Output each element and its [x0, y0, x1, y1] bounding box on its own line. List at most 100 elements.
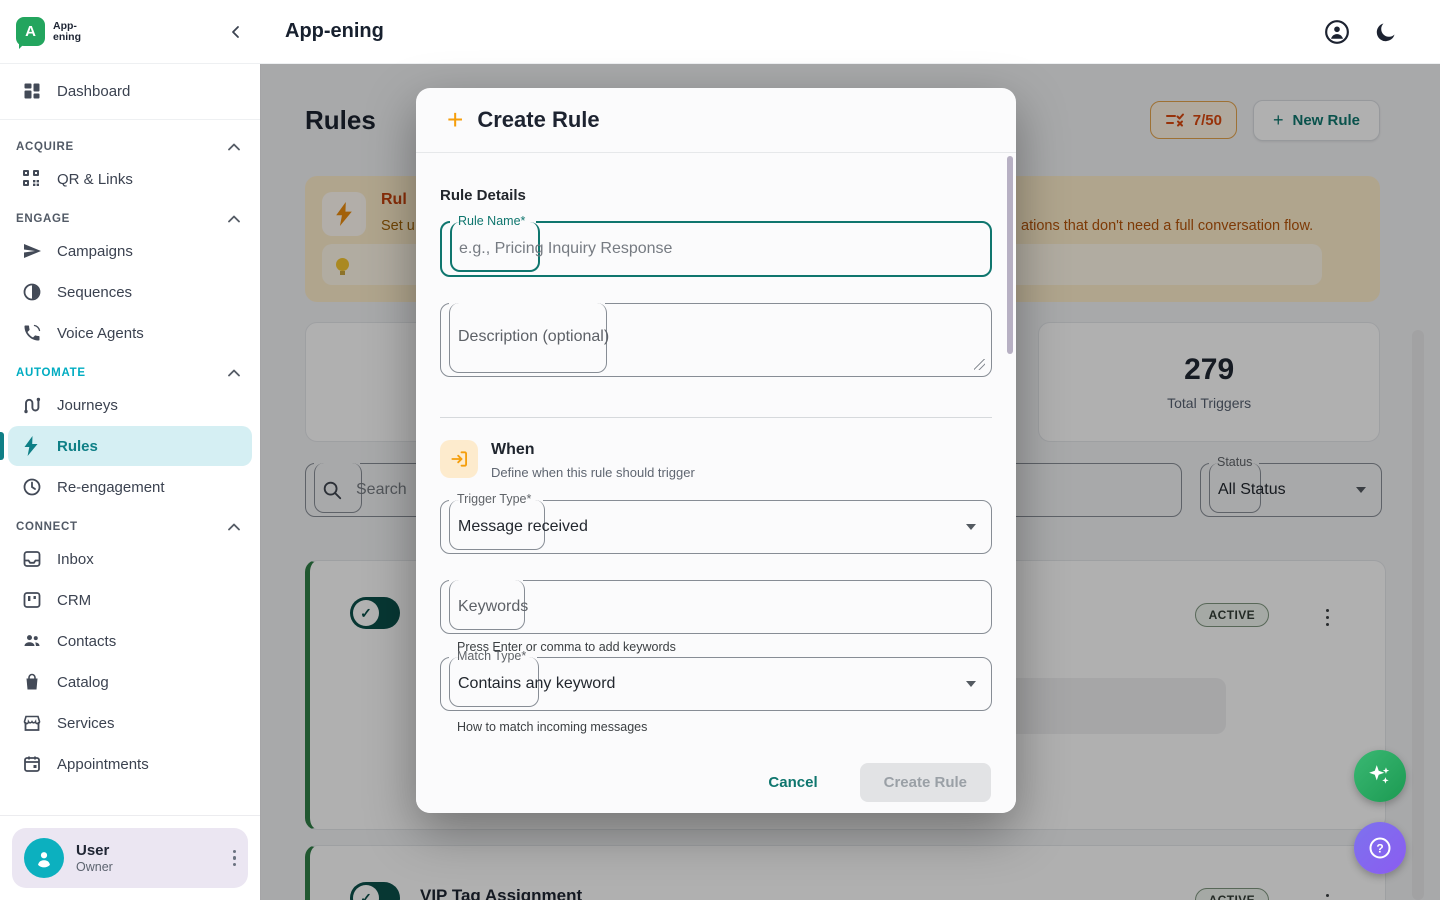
sidebar-section-connect[interactable]: CONNECT: [0, 508, 260, 538]
modal-footer: Cancel Create Rule: [416, 751, 1016, 813]
divider: [0, 119, 260, 120]
sparkles-icon: [1367, 763, 1393, 789]
sidebar-item-label: Contacts: [57, 633, 116, 650]
app-logo-text: App- ening: [53, 21, 81, 43]
user-card[interactable]: User Owner: [12, 828, 248, 888]
storefront-icon: [22, 713, 42, 733]
sidebar-item-label: Campaigns: [57, 243, 133, 260]
create-rule-button[interactable]: Create Rule: [860, 763, 991, 802]
sidebar-item-label: Inbox: [57, 551, 94, 568]
chevron-up-icon: [228, 369, 240, 377]
user-role: Owner: [76, 860, 113, 874]
sidebar-section-acquire[interactable]: ACQUIRE: [0, 128, 260, 158]
sidebar-item-contacts[interactable]: Contacts: [8, 621, 252, 661]
trigger-type-select[interactable]: Trigger Type* Message received: [440, 500, 992, 554]
sidebar-item-dashboard[interactable]: Dashboard: [8, 71, 252, 111]
route-icon: [22, 395, 42, 415]
sidebar-item-qr-links[interactable]: QR & Links: [8, 159, 252, 199]
clock-icon: [22, 477, 42, 497]
help-fab[interactable]: ?: [1354, 822, 1406, 874]
people-icon: [22, 631, 42, 651]
match-type-select[interactable]: Match Type* Contains any keyword: [440, 657, 992, 711]
sidebar-item-label: Services: [57, 715, 115, 732]
modal-header: + Create Rule: [416, 88, 1016, 153]
resize-handle[interactable]: [974, 359, 985, 370]
sidebar-item-label: Rules: [57, 438, 98, 455]
section-label: CONNECT: [16, 521, 78, 533]
sidebar-item-label: Catalog: [57, 674, 109, 691]
avatar: [24, 838, 64, 878]
sidebar-item-label: Appointments: [57, 756, 149, 773]
sidebar-section-automate[interactable]: AUTOMATE: [0, 354, 260, 384]
keywords-field[interactable]: Keywords: [440, 580, 992, 634]
when-subtitle: Define when this rule should trigger: [491, 465, 695, 480]
logo-line1: App-: [53, 21, 81, 32]
description-field[interactable]: Description (optional): [440, 303, 992, 377]
svg-text:?: ?: [1376, 841, 1383, 855]
sidebar-item-services[interactable]: Services: [8, 703, 252, 743]
sidebar-logo-row: A App- ening: [0, 0, 260, 64]
sidebar-item-rules[interactable]: Rules: [8, 426, 252, 466]
match-type-value: Contains any keyword: [458, 675, 615, 693]
keywords-label: Keywords: [458, 598, 528, 616]
trigger-type-value: Message received: [458, 518, 588, 536]
app-logo-icon: A: [16, 17, 45, 46]
sidebar-item-label: Journeys: [57, 397, 118, 414]
sidebar-item-label: Sequences: [57, 284, 132, 301]
account-icon[interactable]: [1324, 19, 1350, 45]
phone-icon: [22, 323, 42, 343]
sidebar-section-engage[interactable]: ENGAGE: [0, 200, 260, 230]
dark-mode-toggle-icon[interactable]: [1374, 20, 1398, 44]
sidebar-item-re-engagement[interactable]: Re-engagement: [8, 467, 252, 507]
section-label: AUTOMATE: [16, 367, 86, 379]
rule-details-heading: Rule Details: [440, 187, 992, 204]
user-panel: User Owner: [0, 815, 260, 900]
trigger-type-label: Trigger Type*: [457, 492, 531, 506]
user-name: User: [76, 842, 113, 859]
when-title: When: [491, 441, 695, 459]
modal-body: Rule Details Rule Name* Description (opt…: [416, 153, 1016, 786]
user-menu-button[interactable]: [233, 847, 237, 870]
active-indicator: [0, 432, 4, 460]
chevron-up-icon: [228, 143, 240, 151]
chevron-up-icon: [228, 523, 240, 531]
sidebar-item-journeys[interactable]: Journeys: [8, 385, 252, 425]
section-label: ENGAGE: [16, 213, 70, 225]
inbox-icon: [22, 549, 42, 569]
sidebar-item-voice-agents[interactable]: Voice Agents: [8, 313, 252, 353]
cancel-button[interactable]: Cancel: [768, 774, 817, 791]
sidebar: A App- ening Dashboard ACQUIRE: [0, 0, 261, 900]
sidebar-item-inbox[interactable]: Inbox: [8, 539, 252, 579]
plus-icon: +: [447, 108, 463, 132]
sidebar-item-label: QR & Links: [57, 171, 133, 188]
half-circle-icon: [22, 282, 42, 302]
modal-scrollbar-thumb[interactable]: [1007, 156, 1013, 354]
app-root: A App- ening Dashboard ACQUIRE: [0, 0, 1440, 900]
sidebar-item-sequences[interactable]: Sequences: [8, 272, 252, 312]
match-type-label: Match Type*: [457, 649, 526, 663]
description-label: Description (optional): [458, 328, 609, 346]
section-label: ACQUIRE: [16, 141, 74, 153]
chevron-left-icon: [228, 24, 244, 40]
help-icon: ?: [1366, 834, 1394, 862]
sidebar-item-appointments[interactable]: Appointments: [8, 744, 252, 784]
bag-icon: [22, 672, 42, 692]
sidebar-item-label: Dashboard: [57, 83, 130, 100]
sidebar-item-campaigns[interactable]: Campaigns: [8, 231, 252, 271]
sidebar-item-catalog[interactable]: Catalog: [8, 662, 252, 702]
page-app-title: App-ening: [285, 20, 384, 43]
sidebar-item-label: Voice Agents: [57, 325, 144, 342]
chevron-up-icon: [228, 215, 240, 223]
rule-name-field[interactable]: Rule Name*: [440, 221, 992, 277]
sidebar-collapse-button[interactable]: [228, 24, 244, 40]
create-rule-modal: + Create Rule Rule Details Rule Name* De…: [416, 88, 1016, 813]
sidebar-item-label: CRM: [57, 592, 91, 609]
keywords-helper-text: Press Enter or comma to add keywords: [457, 640, 992, 654]
rule-name-input[interactable]: [442, 223, 990, 275]
logo-line2: ening: [53, 32, 81, 43]
sidebar-item-crm[interactable]: CRM: [8, 580, 252, 620]
top-bar: App-ening: [260, 0, 1440, 64]
ai-assistant-fab[interactable]: [1354, 750, 1406, 802]
calendar-icon: [22, 754, 42, 774]
divider: [440, 417, 992, 418]
